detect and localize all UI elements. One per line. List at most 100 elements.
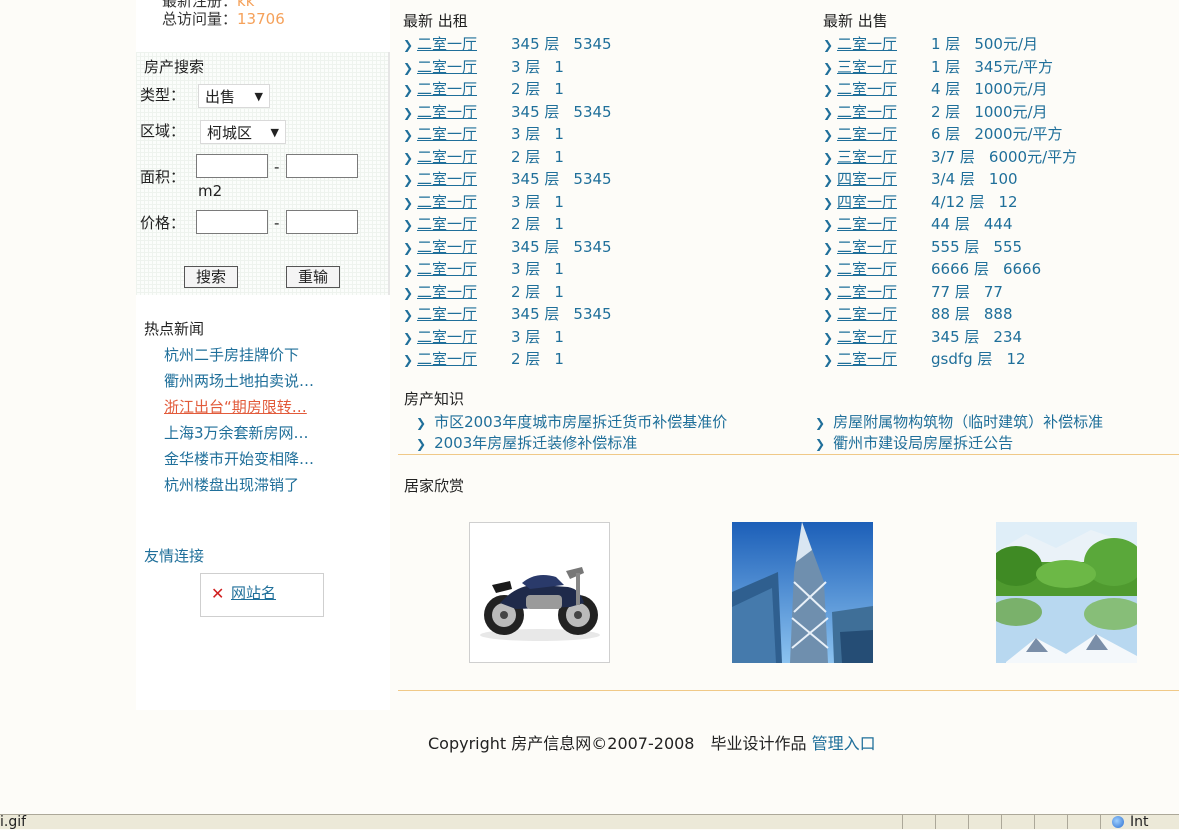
chevron-right-icon: ❯ bbox=[403, 263, 414, 277]
knowledge-link[interactable]: ❯ 衢州市建设局房屋拆迁公告 bbox=[815, 432, 1013, 453]
sale-listing[interactable]: ❯ 二室一厅 555 层 555 bbox=[823, 236, 1077, 259]
listing-price: 1 bbox=[554, 80, 564, 98]
rent-listing[interactable]: ❯ 二室一厅 345 层 5345 bbox=[403, 101, 612, 124]
friend-links-title: 友情连接 bbox=[144, 547, 205, 565]
rent-listing[interactable]: ❯ 二室一厅 345 层 5345 bbox=[403, 303, 612, 326]
listing-price: 12 bbox=[998, 192, 1018, 211]
rent-listing[interactable]: ❯ 二室一厅 2 层 1 bbox=[403, 146, 612, 169]
news-item[interactable]: 金华楼市开始变相降… bbox=[164, 446, 314, 472]
listing-floor: 2 层 bbox=[511, 80, 541, 98]
listing-floor: 3 层 bbox=[511, 192, 541, 211]
listing-type: 二室一厅 bbox=[417, 57, 478, 76]
status-separator bbox=[902, 815, 903, 829]
chevron-right-icon: ❯ bbox=[823, 38, 834, 52]
sale-listing[interactable]: ❯ 二室一厅 77 层 77 bbox=[823, 281, 1077, 304]
listing-type: 二室一厅 bbox=[837, 305, 898, 323]
type-select[interactable]: 出售 ▼ bbox=[198, 84, 270, 108]
rent-listing[interactable]: ❯ 二室一厅 3 层 1 bbox=[403, 56, 612, 79]
listing-floor: 3 层 bbox=[511, 125, 541, 143]
chevron-right-icon: ❯ bbox=[403, 38, 414, 52]
knowledge-link[interactable]: ❯ 2003年房屋拆迁装修补偿标准 bbox=[416, 432, 637, 453]
search-button[interactable]: 搜索 bbox=[184, 266, 238, 288]
listing-floor: 345 层 bbox=[511, 237, 560, 256]
latest-sale-title: 最新 出售 bbox=[823, 12, 888, 30]
rent-listing[interactable]: ❯ 二室一厅 2 层 1 bbox=[403, 213, 612, 236]
price-dash: - bbox=[274, 214, 280, 232]
chevron-right-icon: ❯ bbox=[416, 416, 427, 430]
listing-type: 二室一厅 bbox=[417, 237, 478, 256]
listing-type: 二室一厅 bbox=[417, 125, 478, 143]
news-item[interactable]: 上海3万余套新房网… bbox=[164, 420, 314, 446]
district-select[interactable]: 柯城区 ▼ bbox=[200, 120, 286, 144]
chevron-right-icon: ❯ bbox=[403, 308, 414, 322]
rent-listing[interactable]: ❯ 二室一厅 3 层 1 bbox=[403, 326, 612, 349]
rent-listing[interactable]: ❯ 二室一厅 345 层 5345 bbox=[403, 33, 612, 56]
knowledge-link[interactable]: ❯ 房屋附属物构筑物（临时建筑）补偿标准 bbox=[815, 411, 1103, 432]
news-item-hovered[interactable]: 浙江出台“期房限转… bbox=[164, 394, 314, 420]
listing-floor: gsdfg 层 bbox=[931, 350, 993, 368]
sale-listing[interactable]: ❯ 二室一厅 4 层 1000元/月 bbox=[823, 78, 1077, 101]
sale-listing[interactable]: ❯ 二室一厅 gsdfg 层 12 bbox=[823, 348, 1077, 371]
listing-price: 500元/月 bbox=[974, 35, 1038, 53]
listing-price: 1000元/月 bbox=[974, 80, 1048, 98]
status-separator bbox=[1034, 815, 1035, 829]
listing-type: 二室一厅 bbox=[837, 35, 898, 53]
gallery-photo-lake[interactable] bbox=[996, 522, 1137, 663]
listing-floor: 1 层 bbox=[931, 35, 961, 53]
listing-price: 100 bbox=[988, 170, 1018, 188]
skyscraper-image bbox=[732, 522, 873, 663]
news-item[interactable]: 杭州楼盘出现滞销了 bbox=[164, 472, 314, 498]
listing-type: 二室一厅 bbox=[417, 305, 478, 323]
gallery-photo-skyscraper[interactable] bbox=[732, 522, 873, 663]
listing-floor: 2 层 bbox=[931, 102, 961, 121]
gallery-photo-motorcycle[interactable] bbox=[469, 522, 610, 663]
page-footer: Copyright 房产信息网©2007-2008 毕业设计作品 管理入口 bbox=[428, 730, 876, 754]
rent-listing[interactable]: ❯ 二室一厅 345 层 5345 bbox=[403, 236, 612, 259]
sale-listing[interactable]: ❯ 四室一厅 3/4 层 100 bbox=[823, 168, 1077, 191]
listing-price: 1 bbox=[554, 125, 564, 143]
rent-listing[interactable]: ❯ 二室一厅 3 层 1 bbox=[403, 191, 612, 214]
sale-listing[interactable]: ❯ 二室一厅 2 层 1000元/月 bbox=[823, 101, 1077, 124]
rent-listing[interactable]: ❯ 二室一厅 2 层 1 bbox=[403, 281, 612, 304]
sale-listing[interactable]: ❯ 三室一厅 3/7 层 6000元/平方 bbox=[823, 146, 1077, 169]
listing-floor: 555 层 bbox=[931, 237, 980, 256]
listing-type: 二室一厅 bbox=[417, 80, 478, 98]
listing-price: 1 bbox=[554, 350, 564, 368]
price-max-input[interactable] bbox=[286, 210, 358, 234]
sale-listing[interactable]: ❯ 四室一厅 4/12 层 12 bbox=[823, 191, 1077, 214]
chevron-right-icon: ❯ bbox=[823, 83, 834, 97]
news-item[interactable]: 杭州二手房挂牌价下 bbox=[164, 342, 314, 368]
rent-listing[interactable]: ❯ 二室一厅 2 层 1 bbox=[403, 78, 612, 101]
listing-type: 二室一厅 bbox=[837, 237, 898, 256]
chevron-right-icon: ❯ bbox=[823, 263, 834, 277]
listing-floor: 2 层 bbox=[511, 282, 541, 301]
area-min-input[interactable] bbox=[196, 154, 268, 178]
sale-listing[interactable]: ❯ 三室一厅 1 层 345元/平方 bbox=[823, 56, 1077, 79]
listing-type: 三室一厅 bbox=[837, 147, 898, 166]
knowledge-link[interactable]: ❯ 市区2003年度城市房屋拆迁货币补偿基准价 bbox=[416, 411, 727, 432]
news-item[interactable]: 衢州两场土地拍卖说… bbox=[164, 368, 314, 394]
friend-link-banner[interactable]: ✕ 网站名 bbox=[200, 573, 324, 617]
price-min-input[interactable] bbox=[196, 210, 268, 234]
rent-listing[interactable]: ❯ 二室一厅 3 层 1 bbox=[403, 258, 612, 281]
listing-floor: 3 层 bbox=[511, 327, 541, 346]
rent-listing[interactable]: ❯ 二室一厅 3 层 1 bbox=[403, 123, 612, 146]
area-max-input[interactable] bbox=[286, 154, 358, 178]
sale-listing[interactable]: ❯ 二室一厅 88 层 888 bbox=[823, 303, 1077, 326]
chevron-right-icon: ❯ bbox=[403, 60, 414, 75]
sale-listing[interactable]: ❯ 二室一厅 345 层 234 bbox=[823, 326, 1077, 349]
listing-floor: 44 层 bbox=[931, 215, 970, 233]
sale-listing[interactable]: ❯ 二室一厅 44 层 444 bbox=[823, 213, 1077, 236]
rent-listing[interactable]: ❯ 二室一厅 345 层 5345 bbox=[403, 168, 612, 191]
listing-type: 二室一厅 bbox=[417, 350, 478, 368]
listing-floor: 345 层 bbox=[931, 327, 980, 346]
sale-listing[interactable]: ❯ 二室一厅 6666 层 6666 bbox=[823, 258, 1077, 281]
rent-listing[interactable]: ❯ 二室一厅 2 层 1 bbox=[403, 348, 612, 371]
reset-button[interactable]: 重输 bbox=[286, 266, 340, 288]
admin-entry-link[interactable]: 管理入口 bbox=[812, 734, 876, 753]
property-search-panel: 房产搜索 类型： 出售 ▼ 区域： 柯城区 ▼ 面积： - m2 价格： - 搜… bbox=[136, 52, 390, 295]
chevron-right-icon: ❯ bbox=[815, 416, 826, 430]
sale-listing[interactable]: ❯ 二室一厅 1 层 500元/月 bbox=[823, 33, 1077, 56]
area-unit: m2 bbox=[198, 182, 223, 200]
sale-listing[interactable]: ❯ 二室一厅 6 层 2000元/平方 bbox=[823, 123, 1077, 146]
